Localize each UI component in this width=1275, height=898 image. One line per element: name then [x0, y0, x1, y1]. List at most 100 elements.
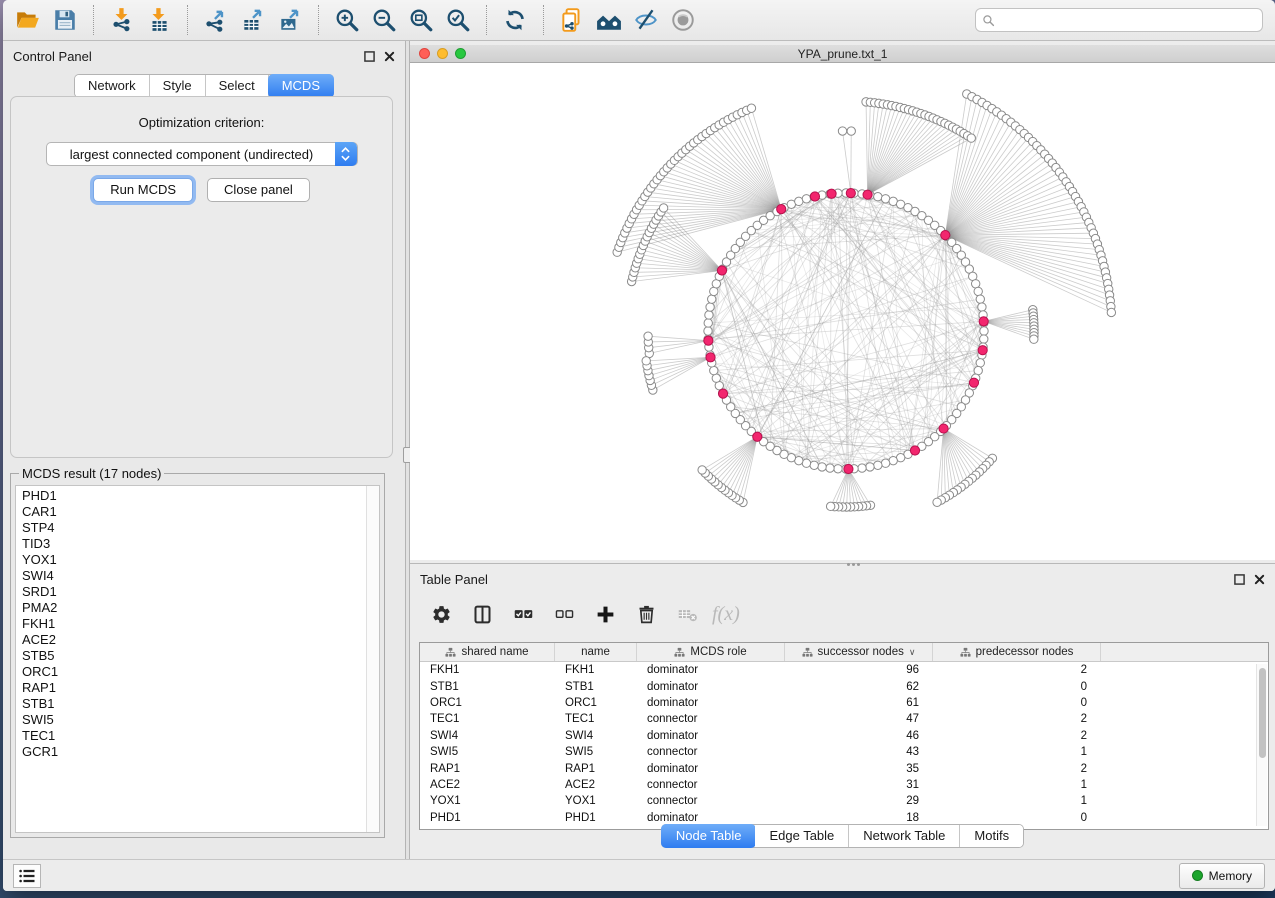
tab-motifs[interactable]: Motifs [960, 825, 1023, 847]
mcds-result-item[interactable]: SRD1 [22, 584, 379, 600]
table-cell: FKH1 [555, 664, 637, 676]
import-network-icon[interactable] [107, 6, 137, 34]
table-cell: 62 [785, 681, 933, 693]
zoom-in-icon[interactable] [332, 6, 362, 34]
table-cell: RAP1 [555, 763, 637, 775]
table-cell: SWI4 [555, 730, 637, 742]
save-session-icon[interactable] [50, 6, 80, 34]
close-panel-icon[interactable] [384, 51, 395, 62]
run-mcds-button[interactable]: Run MCDS [93, 178, 193, 202]
search-network-icon[interactable] [594, 6, 624, 34]
table-row[interactable]: TEC1TEC1connector472 [420, 711, 1268, 727]
zoom-out-icon[interactable] [369, 6, 399, 34]
table-scrollbar-thumb[interactable] [1259, 668, 1266, 758]
open-file-icon[interactable] [13, 6, 43, 34]
table-cell: connector [637, 779, 785, 791]
memory-button[interactable]: Memory [1179, 863, 1265, 889]
table-cell: TEC1 [420, 713, 555, 725]
mcds-result-item[interactable]: TEC1 [22, 728, 379, 744]
hide-details-icon[interactable] [631, 6, 661, 34]
column-header-shared-name[interactable]: shared name [420, 643, 555, 661]
table-row[interactable]: RAP1RAP1dominator352 [420, 760, 1268, 776]
tab-select[interactable]: Select [206, 75, 269, 97]
mcds-result-item[interactable]: SWI4 [22, 568, 379, 584]
table-cell: SWI4 [420, 730, 555, 742]
table-cell: 1 [933, 779, 1101, 791]
table-scrollbar[interactable] [1256, 664, 1267, 826]
column-header-successor-nodes[interactable]: successor nodes∨ [785, 643, 933, 661]
table-settings-icon[interactable] [429, 602, 453, 626]
tab-style[interactable]: Style [150, 75, 206, 97]
toolbar-separator [318, 5, 319, 35]
show-columns-icon[interactable] [470, 602, 494, 626]
tab-network[interactable]: Network [75, 75, 150, 97]
table-cell: 1 [933, 746, 1101, 758]
table-cell: connector [637, 713, 785, 725]
select-all-icon[interactable] [511, 602, 535, 626]
tab-node-table[interactable]: Node Table [661, 824, 757, 848]
mcds-result-item[interactable]: TID3 [22, 536, 379, 552]
mcds-result-item[interactable]: CAR1 [22, 504, 379, 520]
table-cell: 35 [785, 763, 933, 775]
mcds-result-item[interactable]: ORC1 [22, 664, 379, 680]
column-header-name[interactable]: name [555, 643, 637, 661]
table-row[interactable]: STB1STB1dominator620 [420, 678, 1268, 694]
task-history-button[interactable] [13, 864, 41, 888]
close-table-panel-icon[interactable] [1254, 574, 1265, 585]
table-row[interactable]: SWI5SWI5connector431 [420, 744, 1268, 760]
table-cell: 47 [785, 713, 933, 725]
table-panel-grip[interactable] [843, 563, 865, 566]
export-image-icon[interactable] [275, 6, 305, 34]
control-panel: Control Panel NetworkStyleSelectMCDS Opt… [3, 41, 405, 859]
zoom-selected-icon[interactable] [443, 6, 473, 34]
tab-network-table[interactable]: Network Table [849, 825, 960, 847]
float-panel-icon[interactable] [364, 51, 375, 62]
mcds-result-item[interactable]: FKH1 [22, 616, 379, 632]
app-window: Control Panel NetworkStyleSelectMCDS Opt… [3, 0, 1275, 891]
export-network-icon[interactable] [201, 6, 231, 34]
table-row[interactable]: YOX1YOX1connector291 [420, 793, 1268, 809]
import-table-icon[interactable] [144, 6, 174, 34]
close-panel-button[interactable]: Close panel [207, 178, 310, 202]
table-row[interactable]: SWI4SWI4dominator462 [420, 728, 1268, 744]
table-cell: PHD1 [420, 812, 555, 824]
search-input[interactable] [999, 13, 1256, 27]
tab-mcds[interactable]: MCDS [268, 74, 334, 98]
criterion-select[interactable]: largest connected component (undirected) [46, 142, 358, 166]
table-row[interactable]: ORC1ORC1dominator610 [420, 695, 1268, 711]
delete-row-icon[interactable] [634, 602, 658, 626]
share-network-icon[interactable] [557, 6, 587, 34]
node-table-body: FKH1FKH1dominator962STB1STB1dominator620… [420, 662, 1268, 826]
mcds-result-item[interactable]: PHD1 [22, 488, 379, 504]
table-row[interactable]: FKH1FKH1dominator962 [420, 662, 1268, 678]
mcds-result-item[interactable]: YOX1 [22, 552, 379, 568]
mcds-result-list[interactable]: PHD1CAR1STP4TID3YOX1SWI4SRD1PMA2FKH1ACE2… [15, 485, 380, 833]
mcds-result-item[interactable]: ACE2 [22, 632, 379, 648]
mcds-result-item[interactable]: RAP1 [22, 680, 379, 696]
table-cell: SWI5 [555, 746, 637, 758]
tab-edge-table[interactable]: Edge Table [755, 825, 849, 847]
network-window-titlebar[interactable]: YPA_prune.txt_1 [410, 45, 1275, 63]
network-view[interactable] [410, 63, 1275, 560]
mcds-result-item[interactable]: SWI5 [22, 712, 379, 728]
mcds-result-item[interactable]: STB5 [22, 648, 379, 664]
export-table-icon[interactable] [238, 6, 268, 34]
table-cell: YOX1 [555, 795, 637, 807]
zoom-fit-icon[interactable] [406, 6, 436, 34]
mcds-result-item[interactable]: STB1 [22, 696, 379, 712]
column-header-predecessor-nodes[interactable]: predecessor nodes [933, 643, 1101, 661]
mcds-tab-content: Optimization criterion: largest connecte… [10, 96, 393, 458]
mcds-list-scrollbar[interactable] [366, 486, 379, 832]
deselect-all-icon[interactable] [552, 602, 576, 626]
float-table-panel-icon[interactable] [1234, 574, 1245, 585]
table-row[interactable]: ACE2ACE2connector311 [420, 777, 1268, 793]
column-type-icon [445, 647, 456, 658]
column-header-MCDS-role[interactable]: MCDS role [637, 643, 785, 661]
column-type-icon [802, 647, 813, 658]
mcds-result-item[interactable]: STP4 [22, 520, 379, 536]
mcds-result-item[interactable]: GCR1 [22, 744, 379, 760]
add-row-icon[interactable] [593, 602, 617, 626]
table-cell: dominator [637, 730, 785, 742]
mcds-result-item[interactable]: PMA2 [22, 600, 379, 616]
refresh-view-icon[interactable] [500, 6, 530, 34]
